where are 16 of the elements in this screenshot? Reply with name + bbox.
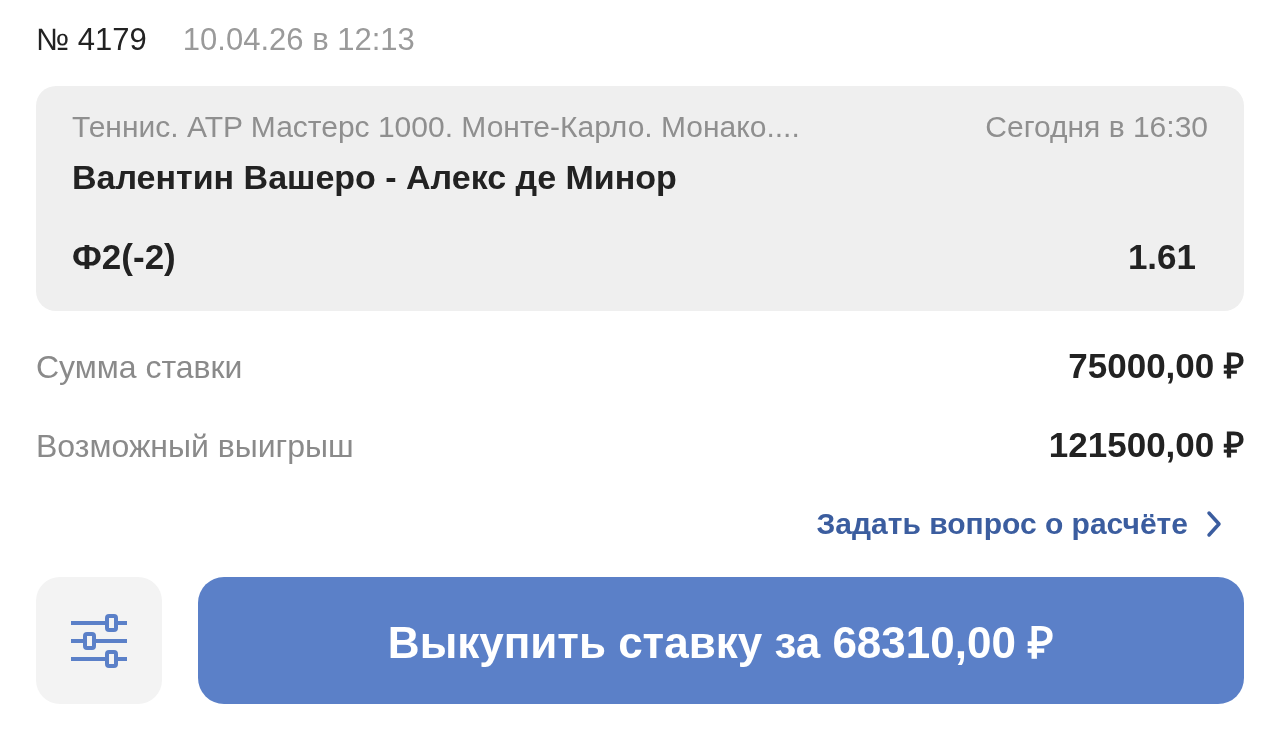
outcome-label: Ф2(-2) <box>72 237 176 277</box>
start-time: Сегодня в 16:30 <box>985 110 1208 144</box>
settings-button[interactable] <box>36 577 162 704</box>
match-title: Валентин Вашеро - Алекс де Минор <box>72 158 678 197</box>
odds-value: 1.61 <box>1127 237 1196 277</box>
chevron-icon <box>1206 510 1222 538</box>
summary-value: 75000,00 ₽ <box>1068 345 1244 387</box>
question-link[interactable]: Задать вопрос о расчёте <box>816 507 1222 541</box>
summary-label: Возможный выигрыш <box>36 428 354 465</box>
tournament-name: Теннис. ATP Мастерс 1000. Монте-Карло. Монако.... <box>72 110 800 144</box>
cashout-button[interactable]: Выкупить ставку за 68310,00 ₽ <box>198 577 1244 704</box>
bet-number: № 4179 <box>36 22 147 58</box>
summary-value: 121500,00 ₽ <box>1048 424 1244 466</box>
summary-label: Сумма ставки <box>36 349 243 386</box>
sliders-icon <box>69 612 129 669</box>
bet-date: 10.04.26 в 12:13 <box>182 22 415 58</box>
